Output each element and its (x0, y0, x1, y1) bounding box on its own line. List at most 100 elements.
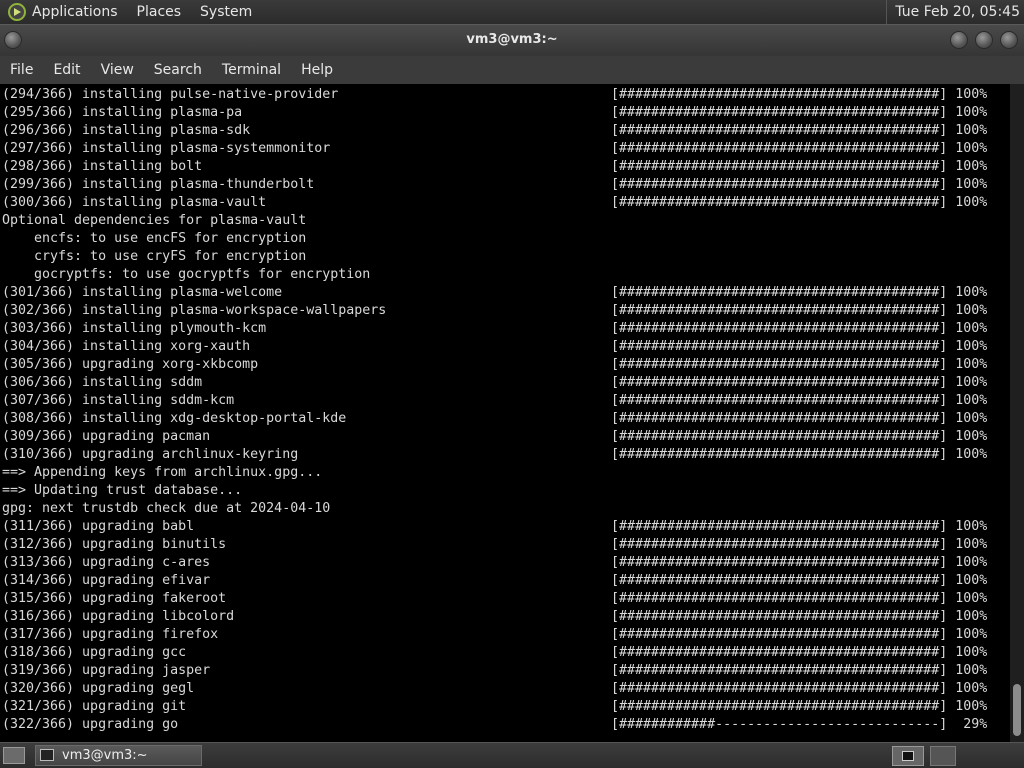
show-desktop-icon[interactable] (3, 747, 25, 764)
progress-percent: 100% (955, 177, 988, 192)
terminal-line: (297/366) installing plasma-systemmonito… (2, 141, 331, 156)
scrollbar-thumb[interactable] (1013, 684, 1021, 736)
terminal-line: (296/366) installing plasma-sdk (2, 123, 251, 138)
progress-bar-text: [#######################################… (611, 555, 948, 570)
terminal-line: (299/366) installing plasma-thunderbolt (2, 177, 315, 192)
progress-percent: 100% (955, 645, 988, 660)
terminal-line: (319/366) upgrading jasper (2, 663, 211, 678)
progress-bar-text: [#######################################… (611, 627, 948, 642)
terminal-line: (311/366) upgrading babl (2, 519, 195, 534)
progress-percent: 100% (955, 447, 988, 462)
terminal-line: ==> Appending keys from archlinux.gpg... (2, 465, 323, 480)
progress-bar-text: [#######################################… (611, 447, 948, 462)
menu-view[interactable]: View (91, 62, 144, 78)
progress-percent: 100% (955, 591, 988, 606)
terminal-progress: [#######################################… (611, 320, 987, 338)
progress-percent: 100% (955, 537, 988, 552)
terminal-progress: [#######################################… (611, 644, 987, 662)
terminal-line: (310/366) upgrading archlinux-keyring (2, 447, 299, 462)
close-button[interactable] (1000, 31, 1018, 49)
minimize-button[interactable] (950, 31, 968, 49)
progress-percent: 100% (955, 519, 988, 534)
terminal-line: gocryptfs: to use gocryptfs for encrypti… (2, 267, 371, 282)
taskbar-item-label: vm3@vm3:~ (62, 748, 148, 763)
menu-help[interactable]: Help (291, 62, 343, 78)
terminal-progress: [#######################################… (611, 608, 987, 626)
progress-bar-text: [#######################################… (611, 285, 948, 300)
progress-percent: 100% (955, 375, 988, 390)
progress-bar-text: [#######################################… (611, 537, 948, 552)
menu-applications[interactable]: Applications (32, 4, 118, 20)
terminal-line: cryfs: to use cryFS for encryption (2, 249, 307, 264)
terminal-output[interactable]: (294/366) installing pulse-native-provid… (0, 84, 1010, 742)
progress-bar-text: [#######################################… (611, 699, 948, 714)
terminal-progress: [############---------------------------… (611, 716, 987, 734)
progress-percent: 100% (955, 429, 988, 444)
terminal-progress: [#######################################… (611, 662, 987, 680)
terminal-progress: [#######################################… (611, 104, 987, 122)
terminal-progress: [#######################################… (611, 392, 987, 410)
progress-percent: 100% (955, 285, 988, 300)
terminal-launcher-icon[interactable] (892, 746, 924, 766)
terminal-line: (314/366) upgrading efivar (2, 573, 211, 588)
terminal-scrollbar[interactable] (1010, 84, 1024, 742)
progress-percent: 100% (955, 123, 988, 138)
menu-system[interactable]: System (200, 4, 252, 20)
progress-bar-text: [#######################################… (611, 393, 948, 408)
progress-bar-text: [#######################################… (611, 303, 948, 318)
menu-edit[interactable]: Edit (43, 62, 90, 78)
terminal-progress: [#######################################… (611, 356, 987, 374)
terminal-progress: [#######################################… (611, 122, 987, 140)
clock[interactable]: Tue Feb 20, 05:45 (886, 0, 1024, 24)
terminal-line: Optional dependencies for plasma-vault (2, 213, 307, 228)
workspace-switcher[interactable] (930, 746, 956, 766)
menu-search[interactable]: Search (144, 62, 212, 78)
terminal-line: (320/366) upgrading gegl (2, 681, 195, 696)
window-titlebar[interactable]: vm3@vm3:~ (0, 24, 1024, 56)
terminal-icon (40, 749, 54, 761)
menu-file[interactable]: File (0, 62, 43, 78)
progress-bar-text: [#######################################… (611, 339, 948, 354)
progress-percent: 100% (955, 141, 988, 156)
progress-bar-text: [#######################################… (611, 681, 948, 696)
top-panel: Applications Places System Tue Feb 20, 0… (0, 0, 1024, 24)
terminal-line: (312/366) upgrading binutils (2, 537, 227, 552)
terminal-line: (298/366) installing bolt (2, 159, 203, 174)
progress-percent: 100% (955, 195, 988, 210)
terminal-progress: [#######################################… (611, 338, 987, 356)
terminal-line: (322/366) upgrading go (2, 717, 179, 732)
progress-bar-text: [#######################################… (611, 141, 948, 156)
progress-bar-text: [############---------------------------… (611, 717, 948, 732)
progress-bar-text: [#######################################… (611, 519, 948, 534)
progress-bar-text: [#######################################… (611, 429, 948, 444)
progress-bar-text: [#######################################… (611, 573, 948, 588)
menu-places[interactable]: Places (137, 4, 182, 20)
progress-bar-text: [#######################################… (611, 645, 948, 660)
progress-bar-text: [#######################################… (611, 195, 948, 210)
terminal-line: (301/366) installing plasma-welcome (2, 285, 283, 300)
window-title: vm3@vm3:~ (466, 32, 558, 47)
progress-percent: 100% (955, 627, 988, 642)
terminal-progress: [#######################################… (611, 680, 987, 698)
terminal-progress: [#######################################… (611, 410, 987, 428)
progress-bar-text: [#######################################… (611, 609, 948, 624)
terminal-line: (316/366) upgrading libcolord (2, 609, 235, 624)
terminal-menubar: File Edit View Search Terminal Help (0, 56, 1024, 84)
taskbar-item-terminal[interactable]: vm3@vm3:~ (35, 745, 202, 766)
menu-terminal[interactable]: Terminal (212, 62, 291, 78)
terminal-line: (300/366) installing plasma-vault (2, 195, 267, 210)
maximize-button[interactable] (975, 31, 993, 49)
terminal-progress: [#######################################… (611, 302, 987, 320)
terminal-line: (309/366) upgrading pacman (2, 429, 211, 444)
terminal-progress: [#######################################… (611, 554, 987, 572)
terminal-progress: [#######################################… (611, 194, 987, 212)
progress-percent: 100% (955, 681, 988, 696)
progress-percent: 100% (955, 609, 988, 624)
distro-logo-icon[interactable] (8, 3, 26, 21)
progress-bar-text: [#######################################… (611, 123, 948, 138)
terminal-progress: [#######################################… (611, 518, 987, 536)
terminal-line: encfs: to use encFS for encryption (2, 231, 307, 246)
terminal-progress: [#######################################… (611, 446, 987, 464)
terminal-line: (321/366) upgrading git (2, 699, 187, 714)
terminal-progress: [#######################################… (611, 374, 987, 392)
